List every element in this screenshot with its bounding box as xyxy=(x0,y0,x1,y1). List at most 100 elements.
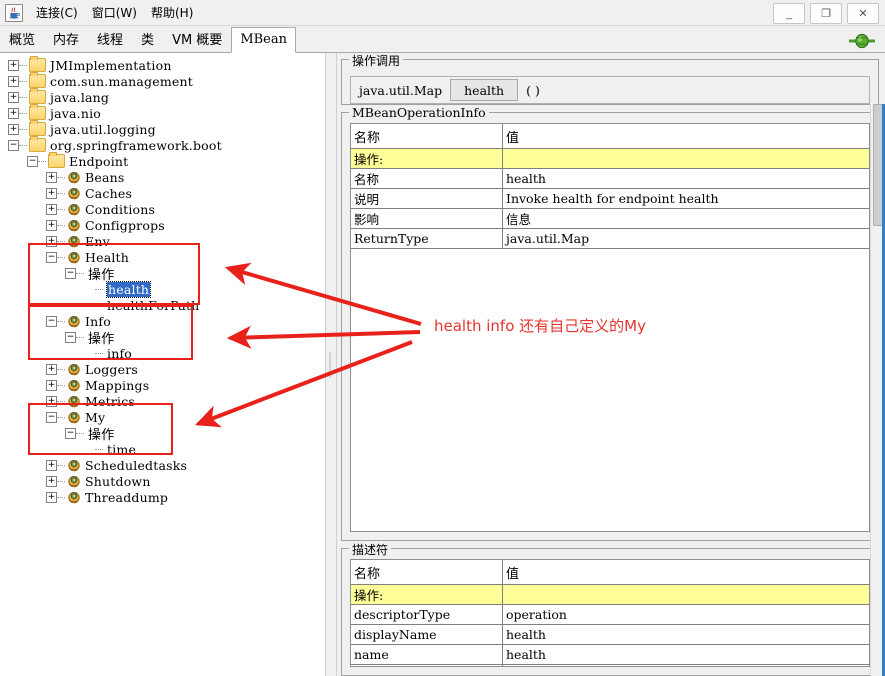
tree-node-info-18[interactable]: info xyxy=(6,345,325,361)
minimize-button[interactable]: _ xyxy=(773,3,805,24)
table-row[interactable]: 操作: xyxy=(351,148,869,169)
tree-node-javautillogging-4[interactable]: + java.util.logging xyxy=(6,120,325,137)
table-row[interactable]: displayName health xyxy=(351,624,869,645)
expand-toggle-icon[interactable]: + xyxy=(8,75,19,87)
collapse-toggle-icon[interactable]: − xyxy=(27,155,38,167)
collapse-toggle-icon[interactable]: − xyxy=(65,331,76,343)
operation-invocation-title: 操作调用 xyxy=(349,53,404,69)
mbean-icon xyxy=(67,363,81,376)
op-col-value: 值 xyxy=(502,124,869,149)
close-button[interactable]: ✕ xyxy=(847,3,879,24)
tab-threads[interactable]: 线程 xyxy=(88,28,132,53)
mbean-icon xyxy=(67,475,81,488)
collapse-toggle-icon[interactable]: − xyxy=(8,139,19,151)
invoke-health-button[interactable]: health xyxy=(450,79,519,101)
table-row[interactable]: roleoperation xyxy=(351,664,869,666)
tab-overview[interactable]: 概览 xyxy=(0,28,44,53)
expand-toggle-icon[interactable]: + xyxy=(8,91,19,103)
expand-toggle-icon[interactable]: + xyxy=(8,107,19,119)
cell-value xyxy=(502,584,869,605)
tree-node--23[interactable]: − 操作 xyxy=(6,425,325,443)
expand-toggle-icon[interactable]: + xyxy=(46,171,57,183)
tree-node-healthforpath-15[interactable]: healthForPath xyxy=(6,297,325,313)
expand-toggle-icon[interactable]: + xyxy=(8,123,19,135)
tree-node-label: Metrics xyxy=(85,393,136,409)
folder-icon xyxy=(29,72,46,88)
table-row[interactable]: 名称 health xyxy=(351,168,869,189)
tree-node-orgspringframeworkboot-5[interactable]: − org.springframework.boot xyxy=(6,136,325,153)
close-icon: ✕ xyxy=(858,8,868,20)
expand-toggle-icon[interactable]: + xyxy=(8,59,19,71)
tree-node-caches-8[interactable]: + Caches xyxy=(6,185,325,201)
menu-help[interactable]: 帮助(H) xyxy=(144,1,200,24)
collapse-toggle-icon[interactable]: − xyxy=(65,267,76,279)
tree-node-mappings-20[interactable]: + Mappings xyxy=(6,377,325,393)
tree-connector-line xyxy=(57,176,65,179)
table-row[interactable]: name health xyxy=(351,644,869,665)
tree-node-jmimplementation-0[interactable]: + JMImplementation xyxy=(6,56,325,73)
table-row[interactable]: descriptorType operation xyxy=(351,604,869,625)
restore-button[interactable]: ❐ xyxy=(810,3,842,24)
tree-node-health-14[interactable]: health xyxy=(6,280,325,298)
tree-node-configprops-10[interactable]: + Configprops xyxy=(6,217,325,233)
menu-connection[interactable]: 连接(C) xyxy=(29,1,85,24)
tree-node-beans-7[interactable]: + Beans xyxy=(6,169,325,185)
expand-toggle-icon[interactable]: + xyxy=(46,379,57,391)
expand-toggle-icon[interactable]: + xyxy=(46,219,57,231)
minimize-icon: _ xyxy=(785,7,793,20)
expand-toggle-icon[interactable]: + xyxy=(46,395,57,407)
tree-node-time-24[interactable]: time xyxy=(6,441,325,457)
tree-connector-line xyxy=(19,112,27,115)
collapse-toggle-icon[interactable]: − xyxy=(65,427,76,439)
expand-toggle-icon[interactable]: + xyxy=(46,475,57,487)
tree-node-scheduledtasks-25[interactable]: + Scheduledtasks xyxy=(6,457,325,473)
collapse-toggle-icon[interactable]: − xyxy=(46,411,57,423)
tree-connector-line xyxy=(76,432,84,435)
tree-node-javalang-2[interactable]: + java.lang xyxy=(6,88,325,105)
pane-splitter[interactable] xyxy=(325,53,337,676)
cell-value: health xyxy=(502,644,869,665)
table-row[interactable]: 说明 Invoke health for endpoint health xyxy=(351,188,869,209)
invoke-health-button-label: health xyxy=(464,82,505,98)
tree-node-javanio-3[interactable]: + java.nio xyxy=(6,104,325,121)
cell-name: 操作: xyxy=(351,584,503,605)
tab-classes[interactable]: 类 xyxy=(132,28,163,53)
table-row[interactable]: 操作: xyxy=(351,584,869,605)
tree-node-loggers-19[interactable]: + Loggers xyxy=(6,361,325,377)
tree-node--17[interactable]: − 操作 xyxy=(6,329,325,347)
collapse-toggle-icon[interactable]: − xyxy=(46,251,57,263)
tree-node--13[interactable]: − 操作 xyxy=(6,265,325,283)
tree-connector-line xyxy=(57,224,65,227)
tree-node-info-16[interactable]: − Info xyxy=(6,313,325,329)
cell-value: health xyxy=(502,168,869,189)
tree-connector-line xyxy=(57,240,65,243)
menu-help-label: 帮助(H) xyxy=(150,6,194,20)
expand-toggle-icon[interactable]: + xyxy=(46,459,57,471)
expand-toggle-icon[interactable]: + xyxy=(46,363,57,375)
table-row[interactable]: 影响 信息 xyxy=(351,208,869,229)
table-row[interactable]: ReturnType java.util.Map xyxy=(351,228,869,249)
expand-toggle-icon[interactable]: + xyxy=(46,491,57,503)
expand-toggle-icon[interactable]: + xyxy=(46,203,57,215)
tab-vm-summary[interactable]: VM 概要 xyxy=(163,28,231,53)
tab-memory[interactable]: 内存 xyxy=(44,28,88,53)
cell-name: 影响 xyxy=(351,208,503,229)
tree-node-threaddump-27[interactable]: + Threaddump xyxy=(6,489,325,505)
tree-node-label: Shutdown xyxy=(85,473,151,489)
mbean-icon xyxy=(67,235,81,248)
tab-mbean[interactable]: MBean xyxy=(231,27,296,53)
tree-node-env-11[interactable]: + Env xyxy=(6,233,325,249)
tree-node-conditions-9[interactable]: + Conditions xyxy=(6,201,325,217)
tree-node-metrics-21[interactable]: + Metrics xyxy=(6,393,325,409)
tree-node-shutdown-26[interactable]: + Shutdown xyxy=(6,473,325,489)
tree-node-endpoint-6[interactable]: − Endpoint xyxy=(6,152,325,169)
expand-toggle-icon[interactable]: + xyxy=(46,187,57,199)
mbean-tree[interactable]: + JMImplementation + com.sun.management + jav… xyxy=(0,53,325,676)
tree-node-health-12[interactable]: − Health xyxy=(6,249,325,265)
tree-node-my-22[interactable]: − My xyxy=(6,409,325,425)
expand-toggle-icon[interactable]: + xyxy=(46,235,57,247)
collapse-toggle-icon[interactable]: − xyxy=(46,315,57,327)
tree-node-label: java.util.logging xyxy=(50,121,156,137)
tree-node-comsunmanagement-1[interactable]: + com.sun.management xyxy=(6,72,325,89)
menu-window[interactable]: 窗口(W) xyxy=(85,1,144,24)
